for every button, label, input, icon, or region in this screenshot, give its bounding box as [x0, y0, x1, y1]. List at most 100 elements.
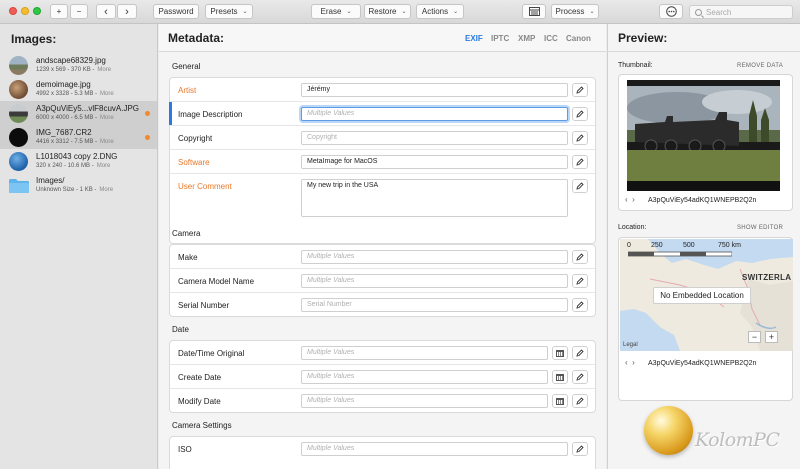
pencil-icon	[576, 253, 584, 261]
show-editor-link[interactable]: SHOW EDITOR	[737, 225, 783, 231]
image-thumbnail	[9, 128, 28, 147]
actions-dropdown[interactable]: Actions ⌄	[416, 4, 464, 19]
more-link[interactable]: More	[99, 187, 113, 193]
chevron-left-icon[interactable]: ‹	[625, 358, 628, 367]
restore-dropdown[interactable]: Restore ⌄	[364, 4, 411, 19]
create-date-label: Create Date	[178, 373, 222, 382]
remove-data-link[interactable]: REMOVE DATA	[737, 63, 783, 69]
search-input[interactable]: Search	[689, 5, 793, 19]
more-link[interactable]: More	[100, 115, 114, 121]
image-thumbnail	[9, 56, 28, 75]
divider	[608, 51, 800, 52]
modify-date-field[interactable]: Multiple Values	[301, 394, 548, 408]
iso-field[interactable]: Multiple Values	[301, 442, 568, 456]
calendar-icon	[556, 397, 564, 405]
date-original-calendar-button[interactable]	[552, 346, 568, 360]
erase-dropdown[interactable]: Erase ⌄	[311, 4, 361, 19]
forward-button[interactable]: ›	[117, 4, 137, 19]
close-window-button[interactable]	[9, 7, 17, 15]
chevron-right-icon[interactable]: ›	[632, 358, 635, 367]
create-date-row: Create Date Multiple Values	[170, 365, 595, 389]
zoom-out-button[interactable]: −	[748, 331, 761, 343]
edit-date-original-button[interactable]	[572, 346, 588, 360]
edit-modify-date-button[interactable]	[572, 394, 588, 408]
software-field[interactable]: MetaImage for MacOS	[301, 155, 568, 169]
copyright-row: Copyright Copyright	[170, 126, 595, 150]
pencil-icon	[576, 349, 584, 357]
more-link[interactable]: More	[100, 91, 114, 97]
image-thumbnail	[9, 152, 28, 171]
edit-artist-button[interactable]	[572, 83, 588, 97]
image-list-item[interactable]: L1018043 copy 2.DNG 320 x 240 - 10.6 MB …	[0, 149, 157, 173]
more-link[interactable]: More	[97, 67, 111, 73]
minus-icon: −	[751, 332, 758, 342]
plus-icon: +	[56, 7, 62, 16]
edit-iso-button[interactable]	[572, 442, 588, 456]
tab-exif[interactable]: EXIF	[465, 34, 483, 43]
tab-xmp[interactable]: XMP	[518, 34, 535, 43]
presets-dropdown[interactable]: Presets ⌄	[205, 4, 253, 19]
zoom-in-button[interactable]: +	[765, 331, 778, 343]
edit-make-button[interactable]	[572, 250, 588, 264]
location-label: Location:	[618, 224, 647, 231]
more-link[interactable]: More	[97, 163, 111, 169]
copyright-label: Copyright	[178, 134, 213, 143]
image-dimensions: 1239 x 569 - 370 KB -	[36, 67, 95, 73]
serial-number-row: Serial Number Serial Number	[170, 293, 595, 317]
minimize-window-button[interactable]	[21, 7, 29, 15]
map-scale-bar	[628, 251, 732, 257]
image-list-item[interactable]: andscape68329.jpg 1239 x 569 - 370 KB -M…	[0, 53, 157, 77]
location-caption: A3pQuViEy54adKQ1WNEPB2Q2n	[648, 360, 757, 367]
user-comment-field[interactable]: My new trip in the USA	[301, 179, 568, 217]
modify-date-calendar-button[interactable]	[552, 394, 568, 408]
camera-model-field[interactable]: Multiple Values	[301, 274, 568, 288]
tab-iptc[interactable]: IPTC	[491, 34, 509, 43]
create-date-calendar-button[interactable]	[552, 370, 568, 384]
process-dropdown[interactable]: Process ⌄	[551, 4, 599, 19]
more-options-button[interactable]	[659, 4, 683, 19]
tab-icc[interactable]: ICC	[544, 34, 558, 43]
edit-camera-model-button[interactable]	[572, 274, 588, 288]
make-label: Make	[178, 253, 198, 262]
create-date-field[interactable]: Multiple Values	[301, 370, 548, 384]
chevron-left-icon[interactable]: ‹	[625, 195, 628, 204]
remove-image-button[interactable]: −	[70, 4, 88, 19]
chevron-down-icon: ⌄	[346, 9, 352, 15]
thumbnail-nav[interactable]: ‹ ›	[625, 195, 635, 204]
password-button[interactable]: Password	[153, 4, 199, 19]
make-field[interactable]: Multiple Values	[301, 250, 568, 264]
image-dimensions: 4416 x 3312 - 7.5 MB -	[36, 139, 98, 145]
image-description-field[interactable]: Multiple Values	[301, 107, 568, 121]
presets-label: Presets	[210, 7, 238, 16]
location-nav[interactable]: ‹ ›	[625, 358, 635, 367]
modified-indicator	[145, 135, 150, 140]
table-view-button[interactable]	[522, 4, 546, 19]
chevron-down-icon: ⌄	[401, 9, 407, 15]
edit-software-button[interactable]	[572, 155, 588, 169]
image-list-item[interactable]: demoimage.jpg 4992 x 3328 - 5.3 MB - More	[0, 77, 157, 101]
edit-image-description-button[interactable]	[572, 107, 588, 121]
preview-panel: Preview: Thumbnail: REMOVE DATA ‹ › A3pQ…	[607, 24, 800, 469]
image-list-item[interactable]: IMG_7687.CR2 4416 x 3312 - 7.5 MB - More	[0, 125, 157, 149]
tab-canon[interactable]: Canon	[566, 34, 591, 43]
more-link[interactable]: More	[100, 139, 114, 145]
pencil-icon	[576, 373, 584, 381]
edit-serial-number-button[interactable]	[572, 298, 588, 312]
edit-create-date-button[interactable]	[572, 370, 588, 384]
serial-number-field[interactable]: Serial Number	[301, 298, 568, 312]
image-dimensions: 320 x 240 - 10.6 MB -	[36, 163, 94, 169]
image-list-item[interactable]: Images/ Unknown Size - 1 KB - More	[0, 173, 157, 197]
back-button[interactable]: ‹	[96, 4, 116, 19]
edit-copyright-button[interactable]	[572, 131, 588, 145]
copyright-field[interactable]: Copyright	[301, 131, 568, 145]
artist-field[interactable]: Jérémy	[301, 83, 568, 97]
image-description-label: Image Description	[178, 110, 243, 119]
image-list-item[interactable]: A3pQuViEy5...vlF8cuvA.JPG 6000 x 4000 - …	[0, 101, 157, 125]
edit-user-comment-button[interactable]	[572, 179, 588, 193]
zoom-window-button[interactable]	[33, 7, 41, 15]
add-image-button[interactable]: +	[50, 4, 68, 19]
chevron-right-icon[interactable]: ›	[632, 195, 635, 204]
location-map[interactable]: 0 250 500 750 km SWITZERLA No Embedded L…	[620, 239, 793, 351]
map-legal-link[interactable]: Legal	[623, 342, 638, 348]
date-original-field[interactable]: Multiple Values	[301, 346, 548, 360]
